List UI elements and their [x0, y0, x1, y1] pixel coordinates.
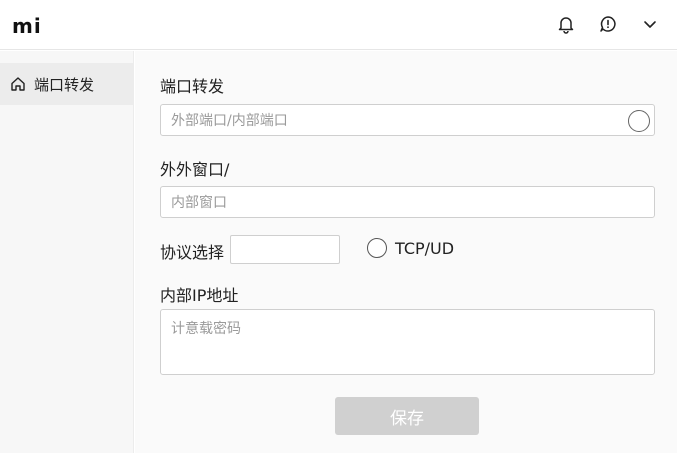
protocol-title: 协议选择: [160, 243, 225, 262]
protocol-radio-option[interactable]: TCP/UD: [367, 238, 454, 258]
port-forward-placeholder: 外部端口/内部端口: [171, 113, 288, 129]
sidebar-item-port-forward[interactable]: 端口转发: [0, 63, 134, 105]
main-form: 端口转发 外部端口/内部端口 外外窗口/ 内部窗口 协议选择 TCP/UD 内部…: [135, 51, 677, 453]
outer-window-title: 外外窗口/: [160, 160, 230, 179]
home-icon: [9, 75, 27, 93]
protocol-radio[interactable]: [367, 238, 387, 258]
loading-circle-icon: [628, 110, 650, 132]
sidebar-item-label: 端口转发: [34, 75, 95, 94]
protocol-option-label: TCP/UD: [395, 238, 455, 258]
notification-alert-icon[interactable]: [597, 13, 619, 35]
inner-window-input[interactable]: 内部窗口: [160, 186, 655, 218]
protocol-input[interactable]: [230, 235, 340, 264]
port-forward-input[interactable]: 外部端口/内部端口: [160, 104, 655, 136]
bell-icon[interactable]: [555, 13, 577, 35]
internal-ip-textarea[interactable]: 计意载密码: [160, 309, 655, 375]
mi-logo[interactable]: mi: [12, 14, 42, 38]
internal-ip-title: 内部IP地址: [160, 286, 239, 305]
save-button[interactable]: 保存: [335, 397, 479, 435]
port-forward-title: 端口转发: [160, 77, 225, 96]
inner-window-placeholder: 内部窗口: [171, 195, 227, 211]
top-bar: mi: [0, 0, 677, 50]
sidebar: 端口转发: [0, 51, 134, 453]
chevron-down-icon[interactable]: [639, 13, 661, 35]
internal-ip-placeholder: 计意载密码: [171, 321, 241, 337]
